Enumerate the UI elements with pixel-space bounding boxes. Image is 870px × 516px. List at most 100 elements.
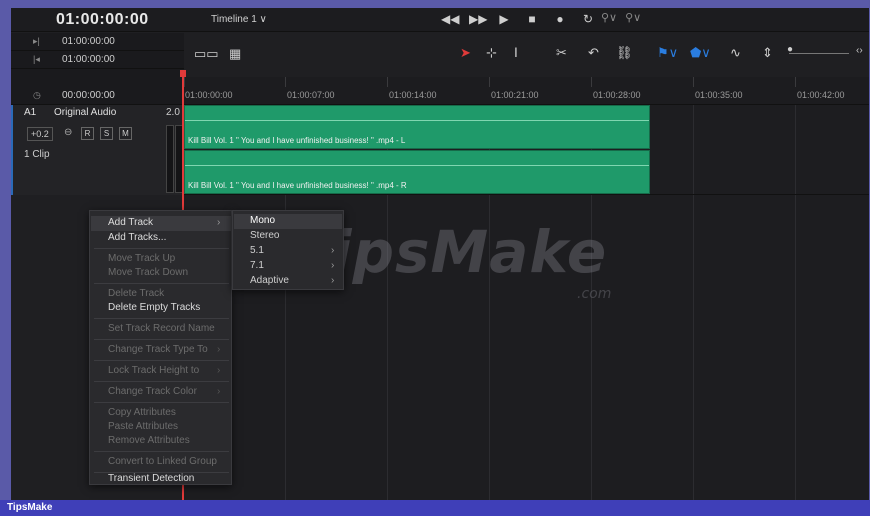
snap-icon[interactable]: ↶ bbox=[588, 45, 599, 61]
menu-item-delete-track[interactable]: Delete Track bbox=[108, 288, 164, 299]
ruler-tick bbox=[693, 77, 694, 87]
context-menu: Add Track › Add Tracks... Move Track Up … bbox=[89, 210, 232, 485]
menu-item-change-type[interactable]: Change Track Type To bbox=[108, 344, 208, 355]
zoom-stepper-icon[interactable]: ⇕ bbox=[762, 45, 773, 61]
clip-count: 1 Clip bbox=[24, 149, 50, 160]
menu-divider bbox=[94, 248, 229, 249]
waveform-line bbox=[185, 120, 649, 121]
loop-icon[interactable]: ↻ bbox=[581, 12, 595, 26]
layout-icon[interactable]: ▭▭ bbox=[194, 46, 219, 62]
menu-item-copy-attributes[interactable]: Copy Attributes bbox=[108, 407, 176, 418]
razor-icon[interactable]: ✂ bbox=[556, 45, 567, 61]
menu-item-change-color[interactable]: Change Track Color bbox=[108, 386, 197, 397]
record-icon[interactable]: ● bbox=[553, 12, 567, 26]
ruler-label: 01:00:21:00 bbox=[491, 90, 539, 100]
menu-divider bbox=[94, 402, 229, 403]
grid-view-icon[interactable]: ▦ bbox=[229, 46, 241, 62]
timecode-panel: ▸| 01:00:00:00 |◂ 01:00:00:00 ◷ 00:00:00… bbox=[11, 33, 184, 105]
ruler-label: 01:00:42:00 bbox=[797, 90, 845, 100]
range-tool-icon[interactable]: Ⅰ bbox=[514, 45, 518, 61]
submenu-item-adaptive[interactable]: Adaptive bbox=[250, 275, 289, 286]
menu-item-paste-attributes[interactable]: Paste Attributes bbox=[108, 421, 178, 432]
menu-item-convert-group[interactable]: Convert to Linked Group bbox=[108, 456, 217, 467]
outer-border bbox=[0, 8, 10, 500]
menu-divider bbox=[94, 318, 229, 319]
track-volume[interactable]: +0.2 bbox=[27, 127, 53, 141]
sync-icon[interactable]: ⚲∨ bbox=[601, 11, 617, 24]
stop-icon[interactable]: ■ bbox=[525, 12, 539, 26]
menu-item-add-tracks[interactable]: Add Tracks... bbox=[108, 232, 166, 243]
ruler-tick bbox=[489, 77, 490, 87]
fast-forward-icon[interactable]: ▶▶ bbox=[469, 12, 487, 26]
menu-item-remove-attributes[interactable]: Remove Attributes bbox=[108, 435, 190, 446]
track-channels: 2.0 bbox=[166, 107, 180, 118]
ruler-label: 01:00:35:00 bbox=[695, 90, 743, 100]
submenu-item-5-1[interactable]: 5.1 bbox=[250, 245, 264, 256]
play-icon[interactable]: ▶ bbox=[497, 12, 511, 26]
ruler-tick bbox=[591, 77, 592, 87]
menu-item-add-track[interactable]: Add Track bbox=[108, 217, 153, 228]
record-arm-button[interactable]: R bbox=[81, 127, 94, 140]
sync-controls: ⚲∨ ⚲∨ bbox=[601, 11, 641, 24]
ruler-tick bbox=[285, 77, 286, 87]
ruler-label: 01:00:00:00 bbox=[185, 90, 233, 100]
zoom-slider[interactable] bbox=[789, 53, 849, 54]
menu-item-move-up[interactable]: Move Track Up bbox=[108, 253, 175, 264]
rewind-icon[interactable]: ◀◀ bbox=[441, 12, 459, 26]
link-icon[interactable]: ⛓ bbox=[616, 45, 633, 61]
submenu-item-mono[interactable]: Mono bbox=[250, 215, 275, 226]
select-tool-icon[interactable]: ➤ bbox=[460, 45, 471, 61]
menu-item-transient-detection[interactable]: Transient Detection bbox=[108, 473, 194, 484]
out-point-icon: |◂ bbox=[33, 54, 40, 64]
ruler-label: 01:00:07:00 bbox=[287, 90, 335, 100]
duration-timecode: 00:00:00:00 bbox=[62, 90, 115, 101]
chevron-right-icon: › bbox=[217, 344, 221, 355]
chevron-right-icon: › bbox=[217, 386, 221, 397]
lock-icon[interactable]: ⊖ bbox=[64, 127, 72, 138]
solo-button[interactable]: S bbox=[100, 127, 113, 140]
in-point-icon: ▸| bbox=[33, 36, 40, 46]
clip-label: Kill Bill Vol. 1 " You and I have unfini… bbox=[188, 181, 407, 190]
out-point-timecode: 01:00:00:00 bbox=[62, 54, 115, 65]
submenu-item-stereo[interactable]: Stereo bbox=[250, 230, 279, 241]
chevron-right-icon: › bbox=[217, 365, 221, 376]
expand-icon[interactable]: ‹› bbox=[856, 45, 863, 56]
track-name[interactable]: Original Audio bbox=[54, 107, 116, 118]
menu-item-lock-height[interactable]: Lock Track Height to bbox=[108, 365, 199, 376]
track-lane-a1: Kill Bill Vol. 1 " You and I have unfini… bbox=[184, 105, 869, 195]
in-point-timecode: 01:00:00:00 bbox=[62, 36, 115, 47]
trim-tool-icon[interactable]: ⊹ bbox=[486, 45, 497, 61]
footer-bar: TipsMake bbox=[0, 500, 870, 516]
chevron-right-icon: › bbox=[331, 260, 335, 271]
watermark-suffix: .com bbox=[577, 286, 612, 302]
waveform-icon[interactable]: ∿ bbox=[730, 45, 741, 61]
waveform-line bbox=[185, 165, 649, 166]
audio-clip-left[interactable]: Kill Bill Vol. 1 " You and I have unfini… bbox=[184, 105, 650, 149]
menu-item-delete-empty[interactable]: Delete Empty Tracks bbox=[108, 302, 200, 313]
ruler-label: 01:00:14:00 bbox=[389, 90, 437, 100]
zoom-slider-handle[interactable]: ● bbox=[787, 44, 793, 55]
mute-button[interactable]: M bbox=[119, 127, 132, 140]
menu-item-set-record-name[interactable]: Set Track Record Name bbox=[108, 323, 215, 334]
chevron-right-icon: › bbox=[331, 245, 335, 256]
menu-divider bbox=[94, 360, 229, 361]
timeline-selector[interactable]: Timeline 1 ∨ bbox=[211, 14, 267, 25]
grid-line bbox=[693, 105, 694, 194]
top-bar: 01:00:00:00 Timeline 1 ∨ ◀◀ ▶▶ ▶ ■ ● ↻ ⚲… bbox=[11, 8, 869, 32]
add-track-submenu: Mono Stereo 5.1 › 7.1 › Adaptive › bbox=[232, 210, 344, 290]
track-header-a1[interactable]: A1 Original Audio 2.0 +0.2 ⊖ R S M 1 Cli… bbox=[11, 105, 184, 195]
in-point-row: ▸| 01:00:00:00 bbox=[11, 33, 184, 51]
menu-item-move-down[interactable]: Move Track Down bbox=[108, 267, 188, 278]
time-ruler[interactable]: 01:00:00:00 01:00:07:00 01:00:14:00 01:0… bbox=[184, 77, 869, 105]
out-point-row: |◂ 01:00:00:00 bbox=[11, 51, 184, 69]
audio-clip-right[interactable]: Kill Bill Vol. 1 " You and I have unfini… bbox=[184, 150, 650, 194]
sync-settings-icon[interactable]: ⚲∨ bbox=[625, 11, 641, 24]
marker-icon[interactable]: ⬟∨ bbox=[690, 45, 711, 61]
flag-icon[interactable]: ⚑∨ bbox=[657, 45, 678, 61]
transport-controls: ◀◀ ▶▶ ▶ ■ ● ↻ bbox=[441, 12, 595, 26]
menu-divider bbox=[94, 339, 229, 340]
clip-label: Kill Bill Vol. 1 " You and I have unfini… bbox=[188, 136, 406, 145]
master-timecode: 01:00:00:00 bbox=[56, 11, 149, 28]
submenu-item-7-1[interactable]: 7.1 bbox=[250, 260, 264, 271]
grid-line bbox=[795, 105, 796, 194]
